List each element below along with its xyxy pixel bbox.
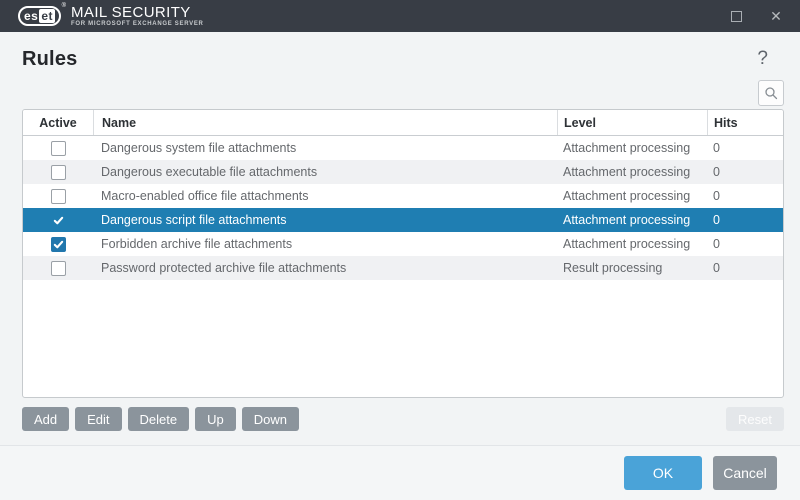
rule-name: Password protected archive file attachme… <box>93 256 557 280</box>
close-icon: ✕ <box>770 9 782 23</box>
table-row[interactable]: Dangerous script file attachments Attach… <box>23 208 783 232</box>
column-header-name[interactable]: Name <box>93 110 557 135</box>
eset-logo-es: es <box>24 9 38 23</box>
rule-hits: 0 <box>707 256 783 280</box>
app-window: eset ® MAIL SECURITY FOR MICROSOFT EXCHA… <box>0 0 800 500</box>
delete-button[interactable]: Delete <box>128 407 190 431</box>
rule-level: Result processing <box>557 256 707 280</box>
ok-button[interactable]: OK <box>624 456 702 490</box>
eset-logo: eset ® <box>18 6 61 26</box>
rule-hits: 0 <box>707 160 783 184</box>
search-button[interactable] <box>758 80 784 106</box>
maximize-icon <box>731 11 742 22</box>
rule-name: Macro-enabled office file attachments <box>93 184 557 208</box>
add-button[interactable]: Add <box>22 407 69 431</box>
rule-level: Attachment processing <box>557 232 707 256</box>
eset-logo-et: et <box>39 9 55 23</box>
edit-button[interactable]: Edit <box>75 407 121 431</box>
product-name: MAIL SECURITY <box>71 5 204 20</box>
help-icon[interactable]: ? <box>757 48 768 70</box>
registered-mark: ® <box>62 3 66 9</box>
rule-name: Dangerous system file attachments <box>93 136 557 160</box>
cancel-button[interactable]: Cancel <box>713 456 777 490</box>
search-row <box>22 80 784 106</box>
active-checkbox[interactable] <box>51 165 66 180</box>
up-button[interactable]: Up <box>195 407 236 431</box>
table-row[interactable]: Macro-enabled office file attachments At… <box>23 184 783 208</box>
column-header-active[interactable]: Active <box>23 110 93 135</box>
table-row[interactable]: Forbidden archive file attachments Attac… <box>23 232 783 256</box>
table-row[interactable]: Dangerous system file attachments Attach… <box>23 136 783 160</box>
rule-level: Attachment processing <box>557 160 707 184</box>
active-checkbox[interactable] <box>51 189 66 204</box>
table-body: Dangerous system file attachments Attach… <box>23 136 783 397</box>
rule-name: Dangerous script file attachments <box>93 208 557 232</box>
brand-block: MAIL SECURITY FOR MICROSOFT EXCHANGE SER… <box>71 5 204 27</box>
titlebar: eset ® MAIL SECURITY FOR MICROSOFT EXCHA… <box>0 0 800 32</box>
table-row[interactable]: Dangerous executable file attachments At… <box>23 160 783 184</box>
rule-level: Attachment processing <box>557 136 707 160</box>
rule-hits: 0 <box>707 232 783 256</box>
rule-hits: 0 <box>707 208 783 232</box>
reset-button[interactable]: Reset <box>726 407 784 431</box>
active-checkbox[interactable] <box>51 141 66 156</box>
page-title: Rules <box>22 48 77 71</box>
check-icon <box>53 215 64 226</box>
check-icon <box>53 239 64 250</box>
active-checkbox[interactable] <box>51 261 66 276</box>
rule-hits: 0 <box>707 184 783 208</box>
page-header: Rules ? <box>22 45 784 73</box>
rules-table: Active Name Level Hits Dangerous system … <box>22 109 784 398</box>
window-controls: ✕ <box>728 8 784 24</box>
column-header-level[interactable]: Level <box>557 110 707 135</box>
column-header-hits[interactable]: Hits <box>707 110 783 135</box>
table-header: Active Name Level Hits <box>23 110 783 136</box>
rule-actions: Add Edit Delete Up Down Reset <box>22 407 784 431</box>
rule-name: Dangerous executable file attachments <box>93 160 557 184</box>
dialog-footer: OK Cancel <box>0 445 800 500</box>
product-subtitle: FOR MICROSOFT EXCHANGE SERVER <box>71 21 204 27</box>
rule-level: Attachment processing <box>557 184 707 208</box>
search-icon <box>764 86 778 100</box>
rule-hits: 0 <box>707 136 783 160</box>
content-area: Rules ? Active Name Level Hits <box>0 32 800 435</box>
active-checkbox[interactable] <box>51 237 66 252</box>
down-button[interactable]: Down <box>242 407 299 431</box>
maximize-button[interactable] <box>728 8 744 24</box>
close-button[interactable]: ✕ <box>768 8 784 24</box>
rule-name: Forbidden archive file attachments <box>93 232 557 256</box>
rule-level: Attachment processing <box>557 208 707 232</box>
active-checkbox[interactable] <box>51 213 66 228</box>
table-row[interactable]: Password protected archive file attachme… <box>23 256 783 280</box>
